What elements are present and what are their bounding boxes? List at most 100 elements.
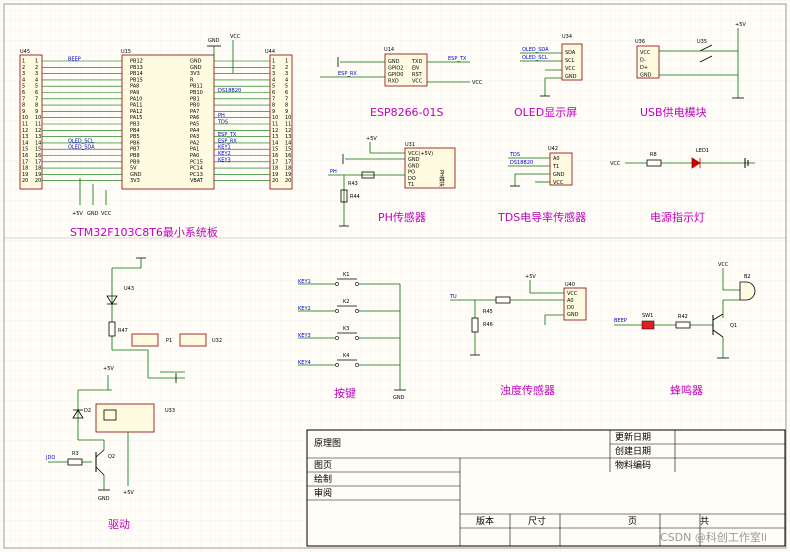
tds-pin: VCC <box>553 180 564 186</box>
buzzer-sw1 <box>641 320 655 330</box>
u15-right-pin: PA6 <box>190 115 199 121</box>
u15-left-pin: PB9 <box>130 159 140 165</box>
buzzer-tr-ref: Q1 <box>730 323 737 329</box>
schematic-sheet: U45 U15 U44 1 1 PB12 GND 1 1BEEP2 2 PB13 GND 2 23 3… <box>0 0 790 552</box>
u45-pin-num: 5 <box>22 84 25 90</box>
u45-pin-num-right: 4 <box>35 77 38 83</box>
u15-ref: U15 <box>121 49 131 55</box>
esp-net-rx: ESP_RX <box>338 71 357 77</box>
tb-material-code: 物料编码 <box>615 459 651 471</box>
u15-left-pin: 5V <box>130 166 137 172</box>
u15-right-pin: PA0 <box>190 153 199 159</box>
u44-pin-num: 18 <box>272 166 278 172</box>
buzzer-body <box>739 281 756 301</box>
key-ref: K4 <box>343 353 349 359</box>
u15-left-pin: PA10 <box>130 96 142 102</box>
u15-right-pin: PA3 <box>190 134 199 140</box>
u45-pin-num: 11 <box>22 122 28 128</box>
usb-title: USB供电模块 <box>640 105 707 119</box>
stm32-right-net: KEY2 <box>218 151 231 157</box>
usb-pin: GND <box>640 73 652 79</box>
ph-pin: GND <box>408 157 420 163</box>
esp-ref: U14 <box>384 47 394 53</box>
tb-page: 图页 <box>314 460 332 471</box>
driver-u32-ref: U32 <box>212 338 222 344</box>
tds-pin: GND <box>553 172 565 178</box>
u44-pin-num-right: 3 <box>285 71 288 77</box>
ph-module-label: PH模块 <box>438 170 445 187</box>
driver-relay <box>95 403 155 433</box>
u15-left-pin: PA11 <box>130 103 142 109</box>
turbidity-r46: R46 <box>483 322 493 328</box>
buzzer-res-ref: R42 <box>678 314 688 320</box>
stm32-right-net: ESP_RX <box>218 138 237 144</box>
u45-pin-num-right: 3 <box>35 71 38 77</box>
u15-left-pin: PB7 <box>130 147 140 153</box>
keys-title: 按键 <box>334 386 356 400</box>
u44-pin-num: 5 <box>272 84 275 90</box>
usb-pin: D- <box>640 58 646 64</box>
buzzer-r42 <box>675 321 691 329</box>
stm32-left-net: BEEP <box>68 57 81 63</box>
turbidity-supply: +5V <box>525 274 536 280</box>
buzzer-title: 蜂鸣器 <box>670 383 703 397</box>
u45-pin-num: 6 <box>22 90 25 96</box>
ph-title: PH传感器 <box>378 211 426 224</box>
turbidity-r45: R45 <box>483 309 493 315</box>
key-ref: K2 <box>343 299 349 305</box>
u44-pin-num-right: 18 <box>285 166 291 172</box>
tb-drawing: 原理图 <box>314 438 341 449</box>
stm32-title: STM32F103C8T6最小系统板 <box>70 225 218 239</box>
u15-left-pin: PB15 <box>130 77 143 83</box>
tds-net-ds18b20: DS18B20 <box>510 160 533 166</box>
driver-r3 <box>67 458 83 466</box>
u15-left-pin: PB14 <box>130 71 143 77</box>
driver-gnd: GND <box>98 496 110 502</box>
u44-pin-num-right: 2 <box>285 65 288 71</box>
u45-pin-num: 4 <box>22 77 25 83</box>
driver-q2-ref: Q2 <box>108 454 115 460</box>
power-led-ref: LED1 <box>696 148 709 154</box>
u45-pin-num: 14 <box>22 140 28 146</box>
oled-title: OLED显示屏 <box>514 106 577 119</box>
oled-pin: SDA <box>565 50 576 56</box>
u45-pin-num: 13 <box>22 134 28 140</box>
u15-left-pin: PA12 <box>130 109 142 115</box>
u15-right-pin: R <box>190 77 194 83</box>
vcc-label: VCC <box>230 34 241 40</box>
u44-pin-num-right: 16 <box>285 153 291 159</box>
oled-pin: SCL <box>565 58 575 64</box>
u44-pin-num-right: 8 <box>285 103 288 109</box>
tb-update-date: 更新日期 <box>615 431 651 443</box>
u44-pin-num-right: 5 <box>285 84 288 90</box>
stm32-right-net: TDS <box>217 120 228 126</box>
u45-pin-num-right: 17 <box>35 159 41 165</box>
u44-pin-num-right: 17 <box>285 159 291 165</box>
key-ref: K1 <box>343 272 349 278</box>
oled-pin: VCC <box>565 66 576 72</box>
u45-pin-num-right: 18 <box>35 166 41 172</box>
u45-pin-num: 7 <box>22 96 25 102</box>
esp-pin-right: EN <box>412 66 419 72</box>
u15-left-pin: GND <box>130 172 142 178</box>
u45-pin-num: 2 <box>22 65 25 71</box>
u15-right-pin: GND <box>190 65 202 71</box>
u44-pin-num: 14 <box>272 140 278 146</box>
u44-pin-num: 12 <box>272 128 278 134</box>
u44-pin-num-right: 14 <box>285 140 291 146</box>
oled-ref: U34 <box>562 34 572 40</box>
tb-size: 尺寸 <box>528 515 546 527</box>
u44-pin-num-right: 10 <box>285 115 291 121</box>
ph-r43: R43 <box>348 181 358 187</box>
u44-pin-num: 15 <box>272 147 278 153</box>
u15-right-pin: PC15 <box>190 159 203 165</box>
power-led-vcc: VCC <box>610 161 621 167</box>
key-ref: K3 <box>343 326 349 332</box>
u15-right-pin: PC14 <box>190 166 203 172</box>
power-led-title: 电源指示灯 <box>650 210 705 224</box>
u45-pin-num-right: 16 <box>35 153 41 159</box>
u45-pin-num-right: 1 <box>35 59 38 65</box>
tds-pin: T1 <box>552 164 559 170</box>
turbidity-net: TU <box>449 294 457 300</box>
u44-pin-num: 9 <box>272 109 275 115</box>
